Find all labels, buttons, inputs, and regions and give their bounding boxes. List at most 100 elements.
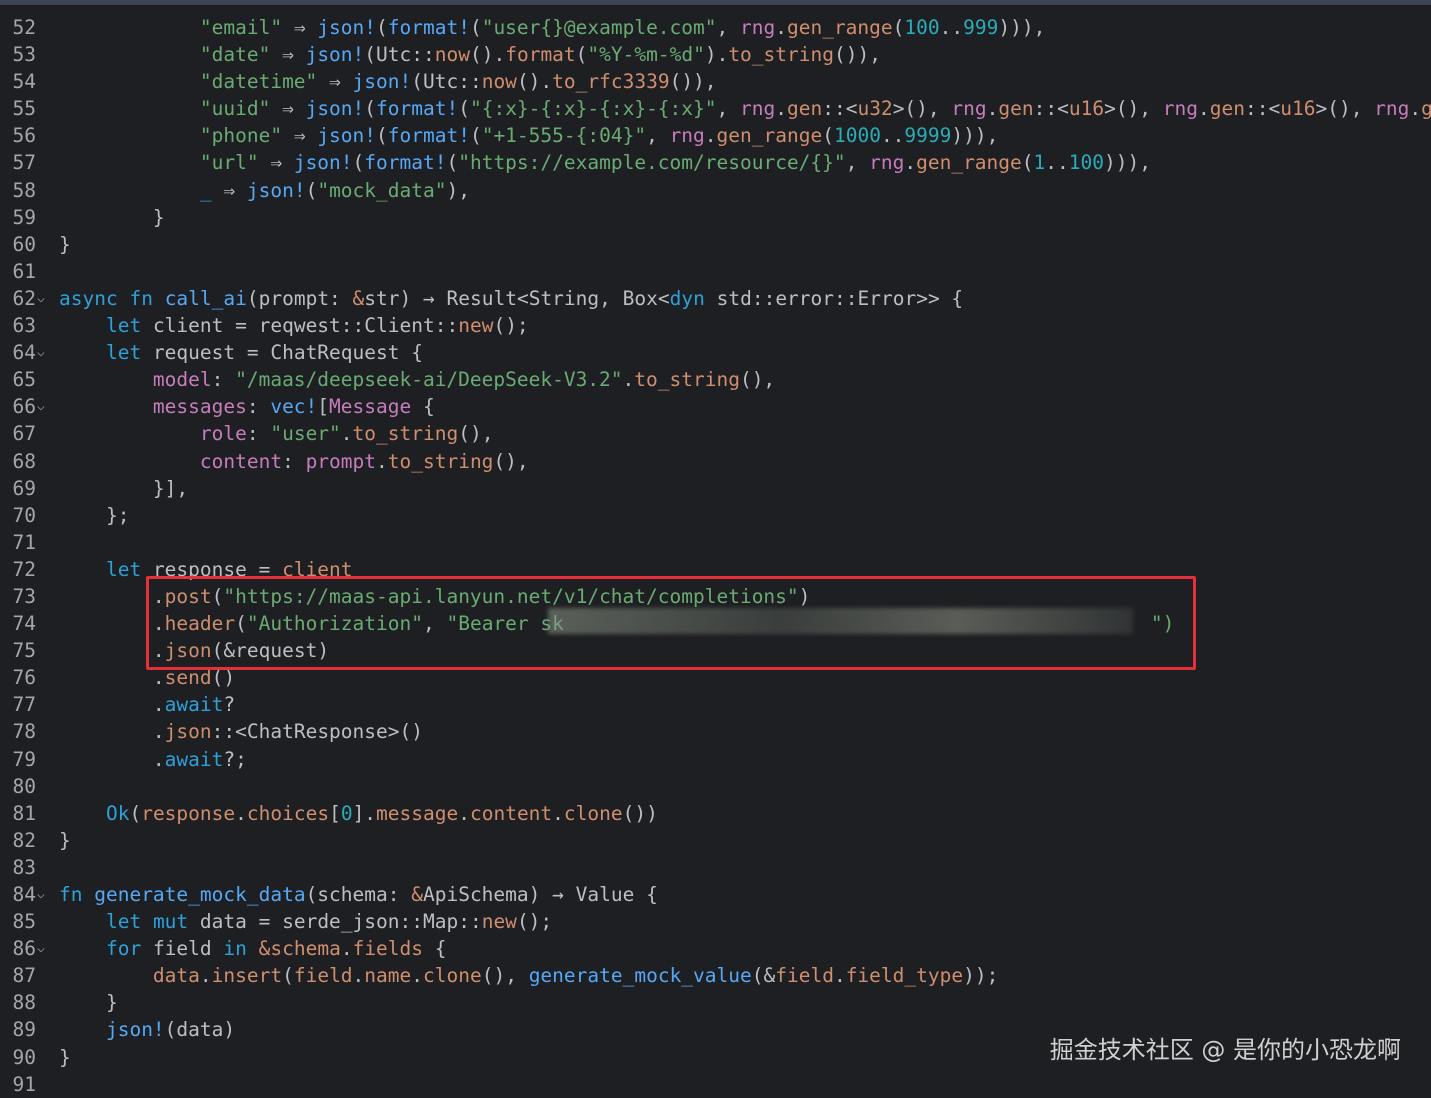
line-number[interactable]: 62 <box>0 285 36 312</box>
code-line[interactable]: 87 data.insert(field.name.clone(), gener… <box>0 962 1431 989</box>
code-token: json! <box>105 1018 165 1042</box>
line-number[interactable]: 58 <box>0 177 36 204</box>
line-number[interactable]: 66 <box>0 393 36 420</box>
fold-chevron-icon[interactable]: ⌵ <box>37 393 45 420</box>
code-line[interactable]: 88 } <box>0 989 1431 1016</box>
line-number[interactable]: 73 <box>0 583 36 610</box>
code-token: u32 <box>857 97 893 121</box>
line-number[interactable]: 89 <box>0 1016 36 1043</box>
line-number[interactable]: 85 <box>0 908 36 935</box>
code-line[interactable]: 58 _ ⇒ json!("mock_data"), <box>0 177 1431 204</box>
line-number[interactable]: 70 <box>0 502 36 529</box>
code-editor[interactable]: 52 "email" ⇒ json!(format!("user{}@examp… <box>0 14 1431 1098</box>
fold-chevron-icon[interactable]: ⌵ <box>37 339 45 366</box>
code-token: . <box>775 16 787 39</box>
code-line[interactable]: 77 .await? <box>0 691 1431 718</box>
code-line[interactable]: 54 "datetime" ⇒ json!(Utc::now().to_rfc3… <box>0 68 1431 95</box>
line-number[interactable]: 83 <box>0 854 36 881</box>
line-number[interactable]: 84 <box>0 881 36 908</box>
code-line[interactable]: 82} <box>0 827 1431 854</box>
code-line[interactable]: 69 }], <box>0 475 1431 502</box>
line-number[interactable]: 77 <box>0 691 36 718</box>
code-text: .await?; <box>59 746 247 773</box>
code-line[interactable]: 66 ⌵ messages: vec![Message { <box>0 393 1431 420</box>
line-number[interactable]: 53 <box>0 41 36 68</box>
line-number[interactable]: 75 <box>0 637 36 664</box>
code-line[interactable]: 70 }; <box>0 502 1431 529</box>
code-line[interactable]: 53 "date" ⇒ json!(Utc::now().format("%Y-… <box>0 41 1431 68</box>
line-number[interactable]: 87 <box>0 962 36 989</box>
line-number[interactable]: 80 <box>0 773 36 800</box>
line-number[interactable]: 82 <box>0 827 36 854</box>
fold-chevron-icon[interactable]: ⌵ <box>37 935 45 962</box>
code-token: ( <box>469 16 482 39</box>
code-line[interactable]: 63 let client = reqwest::Client::new(); <box>0 312 1431 339</box>
code-token: . <box>986 97 999 121</box>
line-number[interactable]: 79 <box>0 746 36 773</box>
code-token: new <box>481 910 517 934</box>
code-token: (schema: <box>305 883 412 906</box>
code-line[interactable]: 59 } <box>0 204 1431 231</box>
code-line[interactable]: 78 .json::<ChatResponse>() <box>0 718 1431 745</box>
line-number[interactable]: 55 <box>0 95 36 122</box>
line-number[interactable]: 69 <box>0 475 36 502</box>
fold-chevron-icon[interactable]: ⌵ <box>37 285 45 312</box>
line-number[interactable]: 65 <box>0 366 36 393</box>
code-line[interactable]: 68 content: prompt.to_string(), <box>0 448 1431 475</box>
line-number[interactable]: 56 <box>0 122 36 149</box>
code-token: str <box>364 286 400 310</box>
code-token: to_string <box>634 368 740 392</box>
line-number[interactable]: 60 <box>0 231 36 258</box>
line-number[interactable]: 52 <box>0 14 36 41</box>
code-token: } <box>59 1045 71 1069</box>
fold-chevron-icon[interactable]: ⌵ <box>37 881 45 908</box>
code-line[interactable]: 84 ⌵ fn generate_mock_data(schema: &ApiSch… <box>0 881 1431 908</box>
line-number[interactable]: 86 <box>0 935 36 962</box>
line-number[interactable]: 68 <box>0 448 36 475</box>
line-number[interactable]: 61 <box>0 258 36 285</box>
line-number[interactable]: 63 <box>0 312 36 339</box>
line-number[interactable]: 59 <box>0 204 36 231</box>
code-line[interactable]: 85 let mut data = serde_json::Map::new()… <box>0 908 1431 935</box>
code-line[interactable]: 80 <box>0 773 1431 800</box>
line-number[interactable]: 71 <box>0 529 36 556</box>
line-number[interactable]: 88 <box>0 989 36 1016</box>
code-line[interactable]: 62 ⌵ async fn call_ai(prompt: &str) → Resu… <box>0 285 1431 312</box>
code-line[interactable]: 81 Ok(response.choices[0].message.conten… <box>0 800 1431 827</box>
code-line[interactable]: 57 "url" ⇒ json!(format!("https://exampl… <box>0 149 1431 176</box>
code-line[interactable]: 64 ⌵ let request = ChatRequest { <box>0 339 1431 366</box>
code-line[interactable]: 71 <box>0 529 1431 556</box>
line-number[interactable]: 90 <box>0 1044 36 1071</box>
line-number[interactable]: 67 <box>0 420 36 447</box>
line-number[interactable]: 64 <box>0 339 36 366</box>
code-line[interactable]: 60} <box>0 231 1431 258</box>
code-line[interactable]: 65 model: "/maas/deepseek-ai/DeepSeek-V3… <box>0 366 1431 393</box>
code-token: ::< <box>822 97 858 121</box>
code-line[interactable]: 86 ⌵ for field in &schema.fields { <box>0 935 1431 962</box>
code-token: json! <box>317 124 377 148</box>
code-line[interactable]: 83 <box>0 854 1431 881</box>
code-token: insert <box>211 964 283 988</box>
code-line[interactable]: 52 "email" ⇒ json!(format!("user{}@examp… <box>0 14 1431 41</box>
line-number[interactable]: 76 <box>0 664 36 691</box>
code-line[interactable]: 61 <box>0 258 1431 285</box>
code-token: json! <box>317 16 377 39</box>
code-token: { <box>634 883 658 906</box>
line-number[interactable]: 91 <box>0 1071 36 1098</box>
line-number[interactable]: 81 <box>0 800 36 827</box>
line-number[interactable]: 54 <box>0 68 36 95</box>
code-token: async <box>59 286 130 310</box>
code-line[interactable]: 91 <box>0 1071 1431 1098</box>
code-token: format! <box>364 151 447 175</box>
code-token: . <box>340 422 353 446</box>
code-line[interactable]: 56 "phone" ⇒ json!(format!("+1-555-{:04}… <box>0 122 1431 149</box>
code-token: . <box>458 801 470 825</box>
line-number[interactable]: 57 <box>0 149 36 176</box>
line-number[interactable]: 74 <box>0 610 36 637</box>
code-line[interactable]: 67 role: "user".to_string(), <box>0 420 1431 447</box>
code-line[interactable]: 55 "uuid" ⇒ json!(format!("{:x}-{:x}-{:x… <box>0 95 1431 122</box>
code-line[interactable]: 79 .await?; <box>0 746 1431 773</box>
code-token: clone <box>563 801 623 825</box>
line-number[interactable]: 72 <box>0 556 36 583</box>
line-number[interactable]: 78 <box>0 718 36 745</box>
